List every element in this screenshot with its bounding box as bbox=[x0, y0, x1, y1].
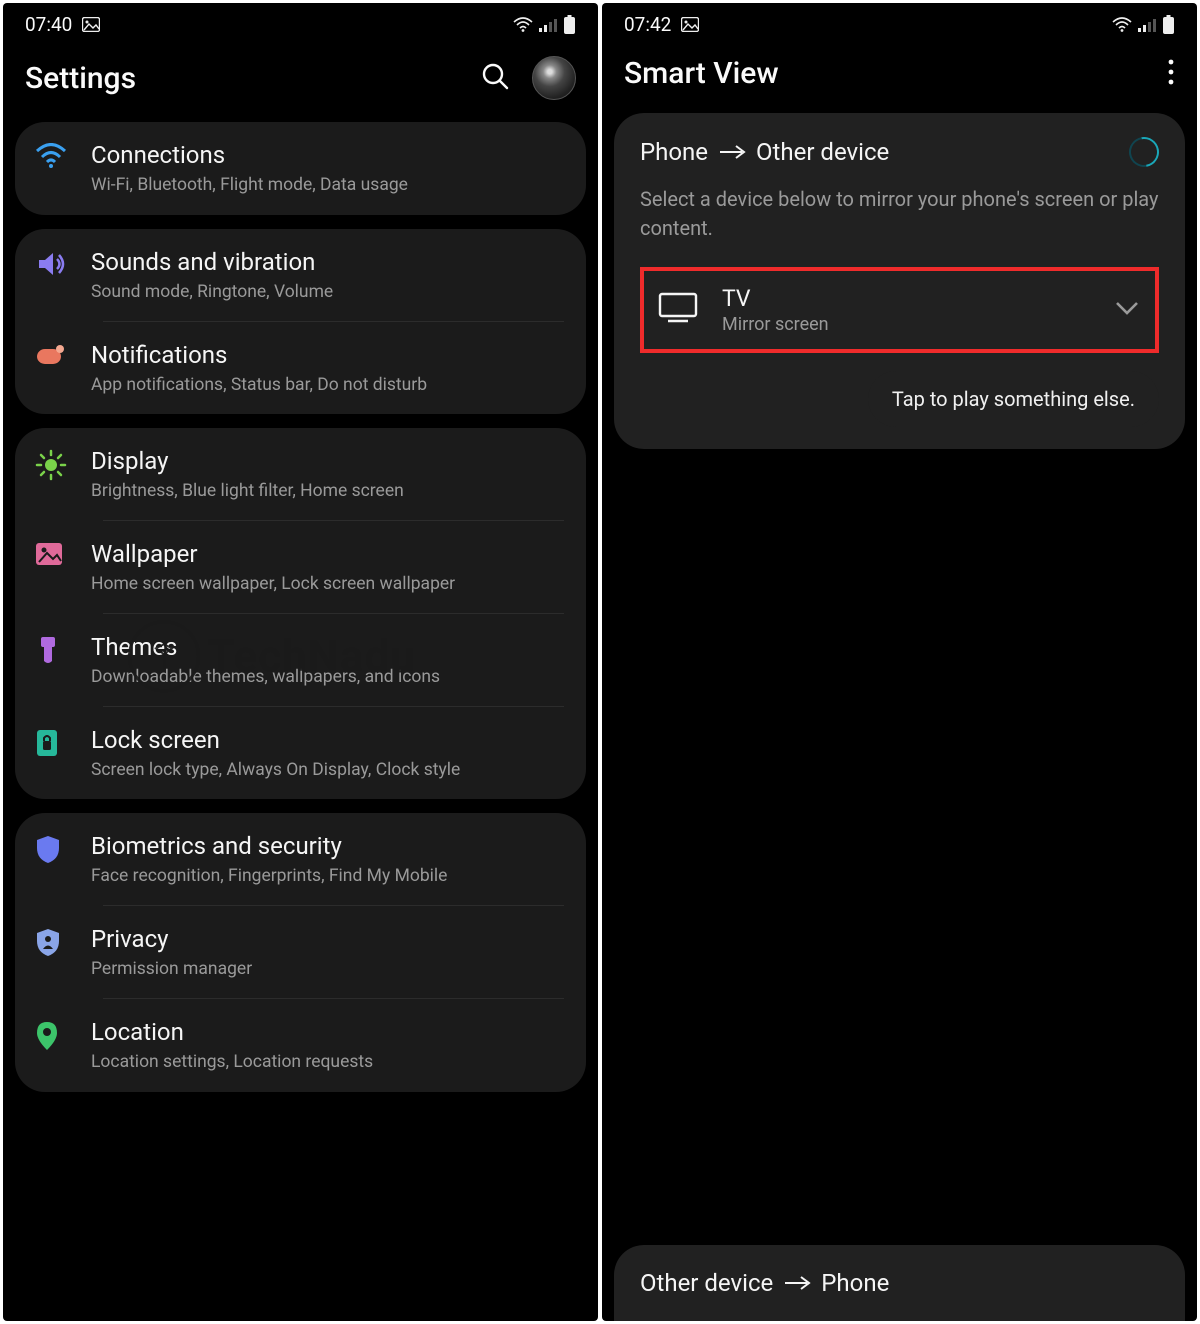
settings-item-display[interactable]: Display Brightness, Blue light filter, H… bbox=[15, 428, 586, 521]
wifi-icon bbox=[1112, 17, 1132, 33]
location-icon bbox=[35, 1017, 91, 1052]
settings-item-biometrics[interactable]: Biometrics and security Face recognition… bbox=[15, 813, 586, 906]
arrow-right-icon bbox=[783, 1269, 811, 1297]
battery-icon bbox=[563, 15, 576, 35]
brightness-icon bbox=[35, 446, 91, 481]
item-title: Themes bbox=[91, 632, 564, 662]
wifi-icon bbox=[35, 140, 91, 169]
item-sub: App notifications, Status bar, Do not di… bbox=[91, 374, 564, 397]
smartview-content: Phone Other device Select a device below… bbox=[602, 113, 1197, 1321]
item-title: Sounds and vibration bbox=[91, 247, 564, 277]
item-sub: Home screen wallpaper, Lock screen wallp… bbox=[91, 573, 564, 596]
item-sub: Face recognition, Fingerprints, Find My … bbox=[91, 865, 564, 888]
item-sub: Wi-Fi, Bluetooth, Flight mode, Data usag… bbox=[91, 174, 564, 197]
status-bar: 07:42 bbox=[602, 3, 1197, 42]
device-title: TV bbox=[722, 285, 1113, 312]
smartview-header: Smart View bbox=[602, 42, 1197, 113]
settings-group: Biometrics and security Face recognition… bbox=[15, 813, 586, 1091]
item-title: Notifications bbox=[91, 340, 564, 370]
device-sub: Mirror screen bbox=[722, 314, 1113, 335]
loading-spinner-icon bbox=[1123, 131, 1165, 173]
status-time: 07:42 bbox=[624, 13, 671, 36]
sound-icon bbox=[35, 247, 91, 278]
page-title: Smart View bbox=[624, 56, 779, 91]
tv-icon bbox=[658, 292, 722, 328]
settings-item-connections[interactable]: Connections Wi-Fi, Bluetooth, Flight mod… bbox=[15, 122, 586, 215]
signal-icon bbox=[1138, 18, 1156, 32]
item-sub: Screen lock type, Always On Display, Clo… bbox=[91, 759, 564, 782]
gallery-notification-icon bbox=[82, 17, 100, 32]
settings-item-sounds[interactable]: Sounds and vibration Sound mode, Rington… bbox=[15, 229, 586, 322]
profile-avatar[interactable] bbox=[532, 56, 576, 100]
chevron-down-icon[interactable] bbox=[1113, 299, 1141, 321]
play-something-else-chip[interactable]: Tap to play something else. bbox=[868, 371, 1159, 427]
settings-item-lockscreen[interactable]: Lock screen Screen lock type, Always On … bbox=[15, 707, 586, 800]
battery-icon bbox=[1162, 15, 1175, 35]
panel-description: Select a device below to mirror your pho… bbox=[640, 185, 1159, 243]
settings-item-location[interactable]: Location Location settings, Location req… bbox=[15, 999, 586, 1092]
status-time: 07:40 bbox=[25, 13, 72, 36]
privacy-icon bbox=[35, 924, 91, 957]
gallery-notification-icon bbox=[681, 17, 699, 32]
phone-to-device-panel: Phone Other device Select a device below… bbox=[614, 113, 1185, 449]
shield-icon bbox=[35, 831, 91, 864]
settings-item-themes[interactable]: Themes Downloadable themes, wallpapers, … bbox=[15, 614, 586, 707]
item-sub: Permission manager bbox=[91, 958, 564, 981]
item-title: Location bbox=[91, 1017, 564, 1047]
settings-item-wallpaper[interactable]: Wallpaper Home screen wallpaper, Lock sc… bbox=[15, 521, 586, 614]
themes-icon bbox=[35, 632, 91, 665]
settings-list[interactable]: Connections Wi-Fi, Bluetooth, Flight mod… bbox=[3, 122, 598, 1321]
panel-heading: Phone Other device bbox=[640, 138, 889, 166]
settings-group: Connections Wi-Fi, Bluetooth, Flight mod… bbox=[15, 122, 586, 215]
item-title: Connections bbox=[91, 140, 564, 170]
device-tv-item[interactable]: TV Mirror screen bbox=[640, 267, 1159, 353]
status-bar: 07:40 bbox=[3, 3, 598, 42]
page-title: Settings bbox=[25, 61, 136, 96]
wallpaper-icon bbox=[35, 539, 91, 566]
item-title: Display bbox=[91, 446, 564, 476]
settings-header: Settings bbox=[3, 42, 598, 122]
phone-right-smartview: 07:42 Smart View bbox=[602, 3, 1197, 1321]
settings-group: Display Brightness, Blue light filter, H… bbox=[15, 428, 586, 799]
settings-group: Sounds and vibration Sound mode, Rington… bbox=[15, 229, 586, 415]
wifi-icon bbox=[513, 17, 533, 33]
item-title: Privacy bbox=[91, 924, 564, 954]
item-title: Biometrics and security bbox=[91, 831, 564, 861]
panel-heading: Other device Phone bbox=[640, 1269, 1159, 1297]
search-button[interactable] bbox=[480, 61, 510, 95]
item-title: Lock screen bbox=[91, 725, 564, 755]
item-sub: Location settings, Location requests bbox=[91, 1051, 564, 1074]
item-sub: Downloadable themes, wallpapers, and ico… bbox=[91, 666, 564, 689]
more-menu-button[interactable] bbox=[1167, 58, 1175, 90]
phone-left-settings: 07:40 Settings bbox=[3, 3, 598, 1321]
settings-item-notifications[interactable]: Notifications App notifications, Status … bbox=[15, 322, 586, 415]
settings-item-privacy[interactable]: Privacy Permission manager bbox=[15, 906, 586, 999]
item-sub: Sound mode, Ringtone, Volume bbox=[91, 281, 564, 304]
item-sub: Brightness, Blue light filter, Home scre… bbox=[91, 480, 564, 503]
notification-icon bbox=[35, 340, 91, 367]
lock-icon bbox=[35, 725, 91, 758]
arrow-right-icon bbox=[718, 138, 746, 166]
signal-icon bbox=[539, 18, 557, 32]
item-title: Wallpaper bbox=[91, 539, 564, 569]
device-to-phone-panel[interactable]: Other device Phone bbox=[614, 1245, 1185, 1321]
